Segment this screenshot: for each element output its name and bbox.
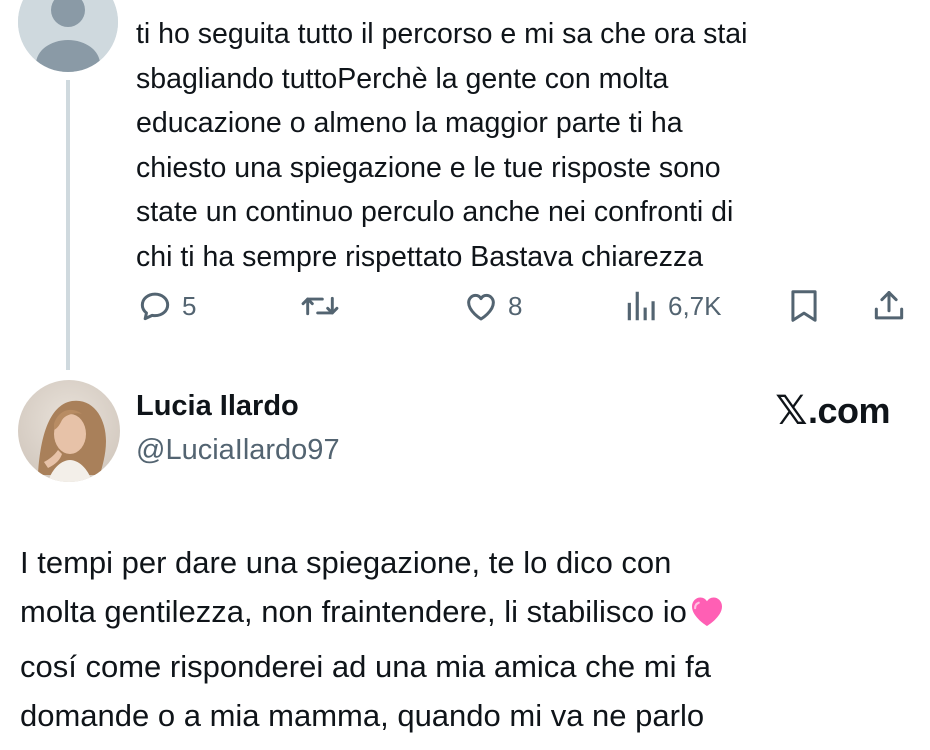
bookmark-button[interactable] — [786, 284, 822, 328]
retweet-icon — [301, 296, 339, 316]
views-button[interactable]: 6,7K — [624, 284, 722, 328]
like-count: 8 — [508, 290, 523, 321]
heart-icon — [467, 293, 495, 321]
reply-icon — [140, 292, 170, 321]
author-avatar[interactable] — [18, 380, 120, 482]
author-handle[interactable]: @LuciaIlardo97 — [136, 434, 340, 467]
reply-action-bar: 5 8 6,7K — [0, 284, 930, 328]
x-logo-icon: 𝕏 — [775, 388, 807, 434]
main-text-line-2: molta gentilezza, non fraintendere, li s… — [20, 594, 687, 629]
share-button[interactable] — [870, 284, 908, 328]
reply-text: ti ho seguita tutto il percorso e mi sa … — [136, 18, 748, 273]
share-icon — [874, 291, 904, 320]
reply-button[interactable]: 5 — [136, 284, 196, 328]
main-text-line-1: I tempi per dare una spiegazione, te lo … — [20, 545, 672, 580]
replier-avatar[interactable] — [18, 0, 118, 72]
main-text-line-3: cosí come risponderei ad una mia amica c… — [20, 649, 711, 684]
x-brand-logo: 𝕏 .com — [775, 388, 890, 434]
profile-photo-icon — [18, 380, 120, 482]
views-icon — [627, 291, 655, 321]
reply-count: 5 — [182, 290, 197, 321]
brand-domain: .com — [807, 390, 891, 431]
views-count: 6,7K — [668, 290, 722, 321]
retweet-button[interactable] — [300, 284, 340, 328]
like-button[interactable]: 8 — [462, 284, 522, 328]
main-tweet-text: I tempi per dare una spiegazione, te lo … — [20, 538, 910, 740]
default-avatar-icon — [18, 0, 118, 72]
author-name[interactable]: Lucia Ilardo — [136, 390, 299, 423]
main-text-line-4: domande o a mia mamma, quando mi va ne p… — [20, 698, 705, 733]
bookmark-icon — [791, 290, 817, 322]
pink-heart-icon — [689, 593, 725, 642]
